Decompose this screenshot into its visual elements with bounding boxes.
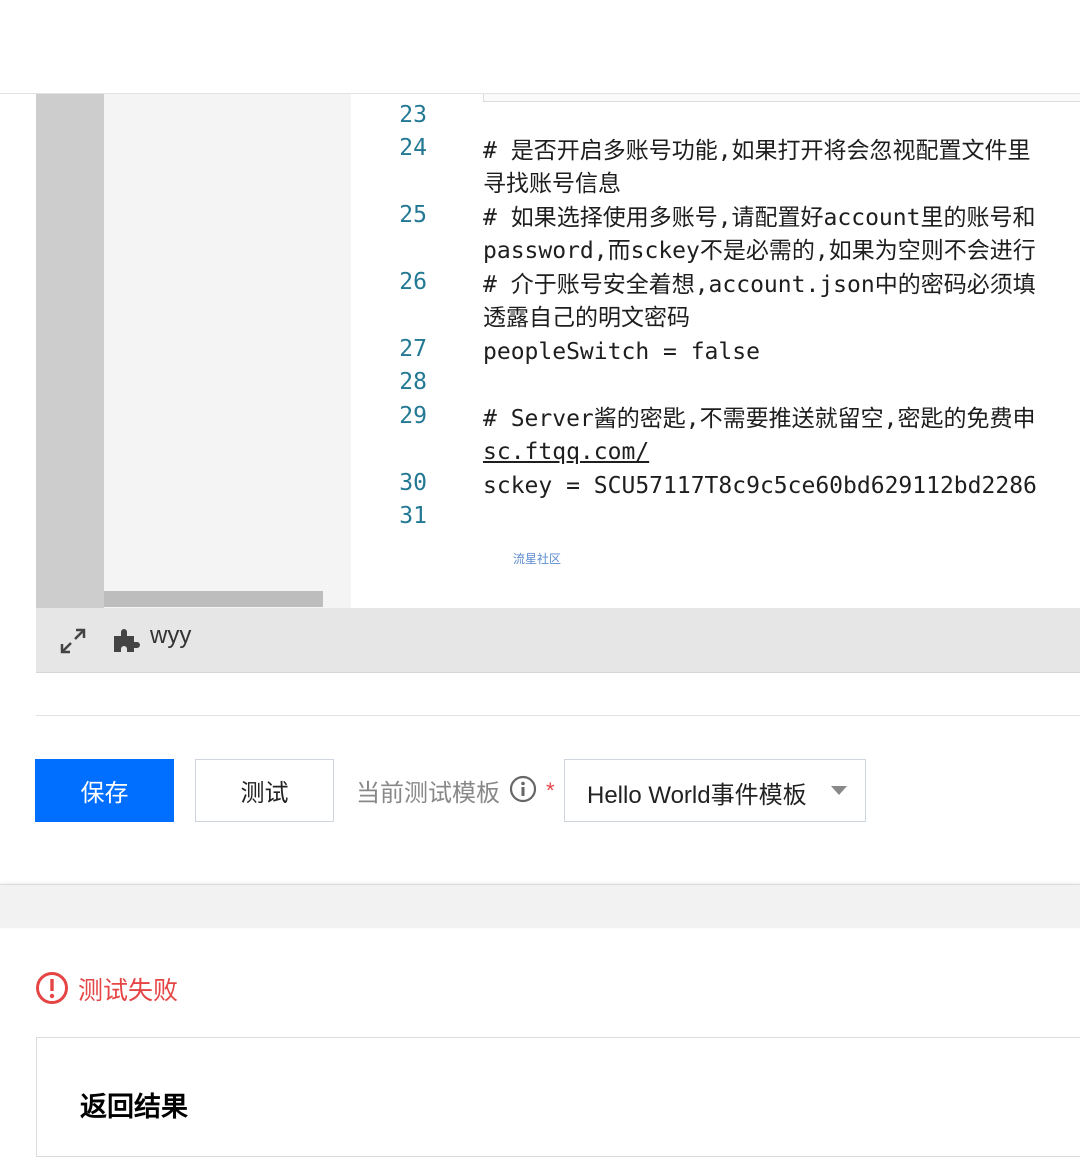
line-number: 26	[399, 269, 427, 295]
code-text: # 是否开启多账号功能,如果打开将会忽视配置文件里	[483, 138, 1031, 164]
code-area[interactable]: 23 24 # 是否开启多账号功能,如果打开将会忽视配置文件里 寻找账号信息 2…	[351, 94, 1080, 608]
code-text: 透露自己的明文密码	[483, 305, 690, 331]
plugin-icon[interactable]	[112, 626, 140, 654]
code-text: password,而sckey不是必需的,如果为空则不会进行	[483, 238, 1036, 264]
test-button[interactable]: 测试	[195, 759, 334, 822]
error-icon	[35, 971, 69, 1005]
file-tree-scrollbar[interactable]	[104, 591, 323, 607]
user-label: wyy	[150, 622, 192, 649]
save-button[interactable]: 保存	[35, 759, 174, 822]
section-separator	[0, 884, 1080, 928]
info-icon[interactable]	[509, 775, 537, 803]
code-text: 寻找账号信息	[483, 171, 621, 197]
code-text: # Server酱的密匙,不需要推送就留空,密匙的免费申	[483, 406, 1036, 432]
previous-code-block	[483, 94, 1080, 102]
watermark-text: 流星社区	[513, 552, 562, 566]
template-select[interactable]: Hello World事件模板	[564, 759, 866, 822]
line-number: 25	[399, 202, 427, 228]
code-link[interactable]: sc.ftqq.com/	[483, 436, 1080, 469]
top-header	[0, 0, 1080, 94]
code-editor[interactable]: 23 24 # 是否开启多账号功能,如果打开将会忽视配置文件里 寻找账号信息 2…	[36, 94, 1080, 608]
line-number: 29	[399, 403, 427, 429]
chevron-down-icon	[831, 786, 847, 795]
result-panel: 返回结果	[36, 1037, 1080, 1157]
divider	[36, 715, 1080, 716]
code-text: sckey = SCU57117T8c9c5ce60bd629112bd2286	[483, 473, 1037, 499]
line-number: 24	[399, 135, 427, 161]
code-text: # 介于账号安全着想,account.json中的密码必须填	[483, 272, 1036, 298]
code-text: # 如果选择使用多账号,请配置好account里的账号和	[483, 205, 1036, 231]
editor-sidebar-strip	[36, 94, 104, 608]
line-number: 31	[399, 503, 427, 529]
required-mark: *	[546, 778, 555, 803]
line-number: 28	[399, 369, 427, 395]
code-text: peopleSwitch = false	[483, 339, 760, 365]
line-number: 27	[399, 336, 427, 362]
result-title: 返回结果	[80, 1092, 188, 1122]
line-number: 30	[399, 470, 427, 496]
line-number: 23	[399, 102, 427, 128]
file-tree-panel	[104, 94, 351, 608]
expand-icon[interactable]	[58, 626, 88, 656]
test-template-label: 当前测试模板	[356, 780, 500, 807]
editor-status-bar: wyy	[36, 608, 1080, 673]
template-select-value: Hello World事件模板	[587, 782, 807, 809]
test-status-text: 测试失败	[78, 977, 179, 1005]
